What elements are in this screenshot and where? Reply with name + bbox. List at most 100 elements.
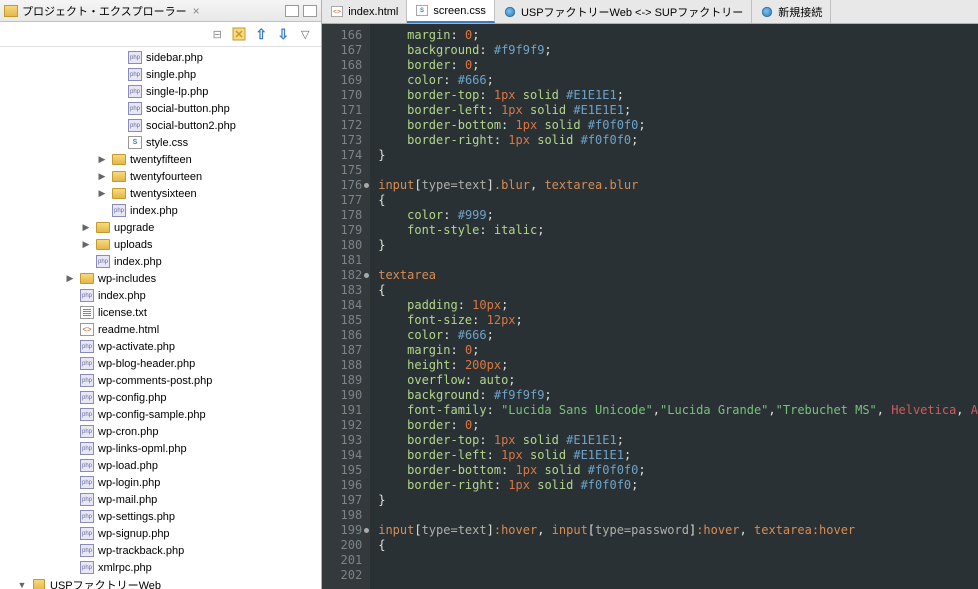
line-number[interactable]: 194 (322, 448, 370, 463)
tree-item[interactable]: ▶sidebar.php (0, 49, 321, 66)
tree-item[interactable]: ▶wp-trackback.php (0, 542, 321, 559)
tree-item[interactable]: ▶single.php (0, 66, 321, 83)
minimize-button[interactable] (285, 5, 299, 17)
line-number[interactable]: 190 (322, 388, 370, 403)
code-line[interactable]: border-bottom: 1px solid #f0f0f0; (378, 463, 978, 478)
close-icon[interactable]: × (193, 4, 200, 18)
code-line[interactable] (378, 253, 978, 268)
collapse-all-icon[interactable]: ⊟ (209, 26, 225, 42)
twisty-icon[interactable]: ▶ (64, 273, 76, 285)
line-number[interactable]: 196 (322, 478, 370, 493)
code-line[interactable]: color: #666; (378, 73, 978, 88)
line-number[interactable]: 189 (322, 373, 370, 388)
tree-item[interactable]: ▶index.php (0, 202, 321, 219)
tree-item[interactable]: ▶twentyfifteen (0, 151, 321, 168)
line-number[interactable]: 172 (322, 118, 370, 133)
twisty-icon[interactable]: ▶ (96, 171, 108, 183)
line-number[interactable]: 199 (322, 523, 370, 538)
line-number[interactable]: 187 (322, 343, 370, 358)
line-number[interactable]: 201 (322, 553, 370, 568)
tree-item[interactable]: ▶twentysixteen (0, 185, 321, 202)
code-line[interactable]: border-top: 1px solid #E1E1E1; (378, 88, 978, 103)
tree-item[interactable]: ▶wp-activate.php (0, 338, 321, 355)
tree-item[interactable]: ▶uploads (0, 236, 321, 253)
editor-tab[interactable]: 新規接続 (752, 0, 831, 23)
tree-item[interactable]: ▶wp-comments-post.php (0, 372, 321, 389)
file-tree[interactable]: ▶sidebar.php▶single.php▶single-lp.php ▶so… (0, 47, 321, 589)
code-line[interactable]: border: 0; (378, 418, 978, 433)
line-number[interactable]: 171 (322, 103, 370, 118)
line-number[interactable]: 182 (322, 268, 370, 283)
code-line[interactable]: font-family: "Lucida Sans Unicode","Luci… (378, 403, 978, 418)
line-number[interactable]: 177 (322, 193, 370, 208)
line-number[interactable]: 188 (322, 358, 370, 373)
tree-item[interactable]: ▶wp-includes (0, 270, 321, 287)
editor-tab[interactable]: screen.css (407, 0, 495, 23)
tree-item[interactable]: ▶readme.html (0, 321, 321, 338)
code-line[interactable]: { (378, 283, 978, 298)
line-number[interactable]: 191 (322, 403, 370, 418)
line-number[interactable]: 181 (322, 253, 370, 268)
tree-item[interactable]: ▶twentyfourteen (0, 168, 321, 185)
tree-item[interactable]: ▶upgrade (0, 219, 321, 236)
code-line[interactable] (378, 163, 978, 178)
line-number[interactable]: 169 (322, 73, 370, 88)
code-line[interactable]: color: #999; (378, 208, 978, 223)
tree-item[interactable]: ▼USPファクトリーWeb (0, 576, 321, 589)
tree-item[interactable]: ▶index.php (0, 253, 321, 270)
line-number[interactable]: 195 (322, 463, 370, 478)
line-number[interactable]: 185 (322, 313, 370, 328)
code-line[interactable]: { (378, 538, 978, 553)
code-line[interactable]: background: #f9f9f9; (378, 388, 978, 403)
code-line[interactable]: font-size: 12px; (378, 313, 978, 328)
tree-item[interactable]: ▶style.css (0, 134, 321, 151)
line-number[interactable]: 186 (322, 328, 370, 343)
line-number[interactable]: 198 (322, 508, 370, 523)
tree-item[interactable]: ▶wp-login.php (0, 474, 321, 491)
code-line[interactable]: font-style: italic; (378, 223, 978, 238)
code-line[interactable]: border-right: 1px solid #f0f0f0; (378, 478, 978, 493)
code-line[interactable]: textarea (378, 268, 978, 283)
code-line[interactable]: margin: 0; (378, 28, 978, 43)
code-line[interactable]: input[type=text].blur, textarea.blur (378, 178, 978, 193)
line-number[interactable]: 200 (322, 538, 370, 553)
line-number[interactable]: 179 (322, 223, 370, 238)
nav-up-icon[interactable]: ⇧ (253, 26, 269, 42)
tree-item[interactable]: ▶social-button2.php (0, 117, 321, 134)
line-number[interactable]: 192 (322, 418, 370, 433)
line-gutter[interactable]: 1661671681691701711721731741751761771781… (322, 24, 370, 589)
line-number[interactable]: 184 (322, 298, 370, 313)
code-line[interactable]: margin: 0; (378, 343, 978, 358)
code-line[interactable]: input[type=text]:hover, input[type=passw… (378, 523, 978, 538)
tree-item[interactable]: ▶license.txt (0, 304, 321, 321)
twisty-icon[interactable]: ▶ (96, 188, 108, 200)
view-menu-icon[interactable]: ▽ (297, 26, 313, 42)
twisty-icon[interactable]: ▶ (96, 154, 108, 166)
line-number[interactable]: 173 (322, 133, 370, 148)
line-number[interactable]: 183 (322, 283, 370, 298)
tree-item[interactable]: ▶wp-config-sample.php (0, 406, 321, 423)
line-number[interactable]: 174 (322, 148, 370, 163)
code-line[interactable]: border-right: 1px solid #f0f0f0; (378, 133, 978, 148)
tree-item[interactable]: ▶single-lp.php (0, 83, 321, 100)
tree-item[interactable]: ▶wp-settings.php (0, 508, 321, 525)
tree-item[interactable]: ▶wp-blog-header.php (0, 355, 321, 372)
line-number[interactable]: 176 (322, 178, 370, 193)
nav-down-icon[interactable]: ⇩ (275, 26, 291, 42)
line-number[interactable]: 167 (322, 43, 370, 58)
line-number[interactable]: 197 (322, 493, 370, 508)
code-line[interactable]: } (378, 148, 978, 163)
line-number[interactable]: 202 (322, 568, 370, 583)
code-line[interactable]: border-left: 1px solid #E1E1E1; (378, 103, 978, 118)
tree-item[interactable]: ▶wp-links-opml.php (0, 440, 321, 457)
line-number[interactable]: 180 (322, 238, 370, 253)
twisty-icon[interactable]: ▶ (80, 222, 92, 234)
code-line[interactable]: border-top: 1px solid #E1E1E1; (378, 433, 978, 448)
code-line[interactable]: border-left: 1px solid #E1E1E1; (378, 448, 978, 463)
twisty-icon[interactable]: ▶ (80, 239, 92, 251)
maximize-button[interactable] (303, 5, 317, 17)
code-editor[interactable]: 1661671681691701711721731741751761771781… (322, 24, 978, 589)
code-line[interactable]: padding: 10px; (378, 298, 978, 313)
tree-item[interactable]: ▶index.php (0, 287, 321, 304)
link-with-editor-icon[interactable] (231, 26, 247, 42)
